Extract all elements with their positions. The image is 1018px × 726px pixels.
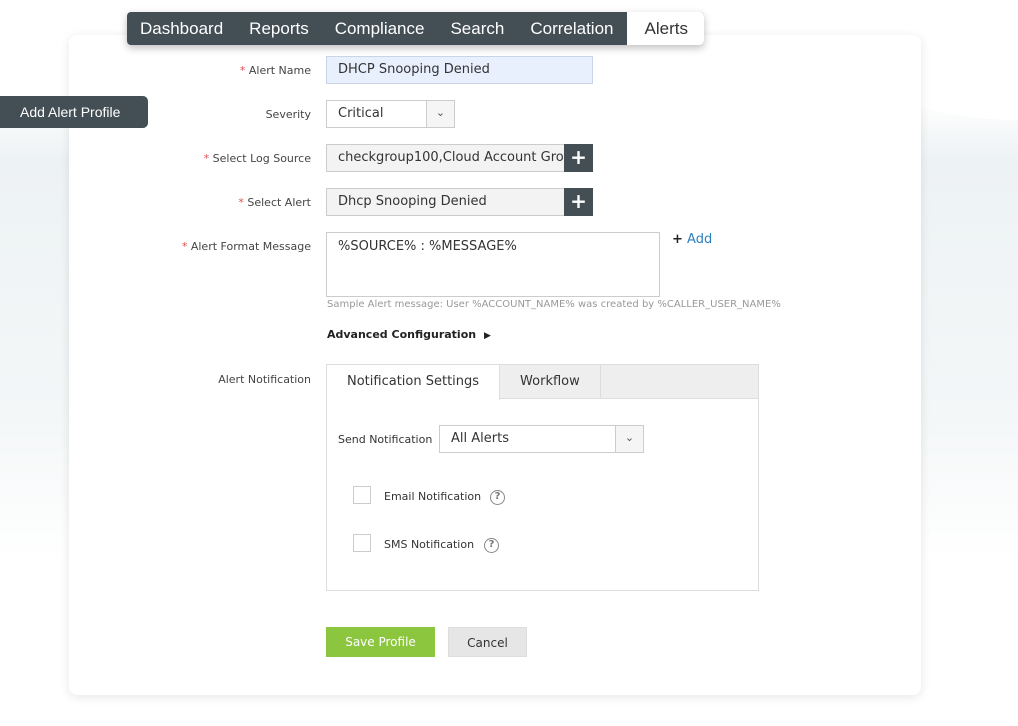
plus-icon: + <box>672 232 683 247</box>
advanced-label: Advanced Configuration <box>327 328 477 341</box>
tab-workflow[interactable]: Workflow <box>500 365 601 398</box>
log-source-input[interactable]: checkgroup100,Cloud Account Group, <box>326 144 565 172</box>
severity-value: Critical <box>338 106 384 121</box>
help-icon[interactable]: ? <box>484 538 499 553</box>
nav-reports[interactable]: Reports <box>236 12 322 45</box>
sample-hint: Sample Alert message: User %ACCOUNT_NAME… <box>327 299 781 310</box>
tab-notification-settings[interactable]: Notification Settings <box>327 365 501 400</box>
sms-notification-label: SMS Notification <box>384 538 475 551</box>
add-alert-button[interactable]: + <box>564 188 593 216</box>
nav-dashboard[interactable]: Dashboard <box>127 12 236 45</box>
notification-panel: Notification Settings Workflow Send Noti… <box>326 364 759 591</box>
required-mark: * <box>238 196 244 209</box>
save-profile-button[interactable]: Save Profile <box>326 627 435 657</box>
tab-bar: Notification Settings Workflow <box>327 365 758 400</box>
chevron-down-icon: ⌄ <box>426 101 454 127</box>
page-title: Add Alert Profile <box>0 96 148 128</box>
severity-label: Severity <box>265 108 311 121</box>
severity-select[interactable]: Critical ⌄ <box>326 100 455 128</box>
alert-name-label: * Alert Name <box>240 64 311 77</box>
select-alert-label: * Select Alert <box>238 196 311 209</box>
top-nav: Dashboard Reports Compliance Search Corr… <box>127 12 704 45</box>
label-text: Alert Format Message <box>190 240 311 253</box>
add-label: Add <box>687 232 713 247</box>
send-notification-value: All Alerts <box>451 431 509 446</box>
nav-search[interactable]: Search <box>437 12 517 45</box>
nav-correlation[interactable]: Correlation <box>517 12 626 45</box>
format-message-textarea[interactable]: %SOURCE% : %MESSAGE% <box>326 232 660 297</box>
required-mark: * <box>181 240 188 253</box>
log-source-label: * Select Log Source <box>204 152 311 165</box>
email-notification-label: Email Notification <box>384 490 482 503</box>
send-notification-label: Send Notification <box>338 433 433 446</box>
nav-alerts[interactable]: Alerts <box>626 12 704 45</box>
label-text: Select Alert <box>247 196 311 209</box>
send-notification-select[interactable]: All Alerts ⌄ <box>439 425 644 453</box>
required-mark: * <box>239 64 246 77</box>
plus-icon: + <box>570 189 587 213</box>
chevron-down-icon: ⌄ <box>615 426 643 452</box>
required-mark: * <box>203 152 210 165</box>
label-text: Select Log Source <box>212 152 311 165</box>
nav-compliance[interactable]: Compliance <box>322 12 438 45</box>
plus-icon: + <box>570 145 587 169</box>
email-notification-checkbox[interactable] <box>353 486 371 504</box>
sms-notification-checkbox[interactable] <box>353 534 371 552</box>
advanced-configuration-toggle[interactable]: Advanced Configuration ▶ <box>327 328 491 341</box>
select-alert-input[interactable]: Dhcp Snooping Denied <box>326 188 565 216</box>
cancel-button[interactable]: Cancel <box>448 627 527 657</box>
label-text: Alert Name <box>248 64 311 77</box>
format-message-label: * Alert Format Message <box>182 240 311 253</box>
help-icon[interactable]: ? <box>490 490 505 505</box>
alert-notification-label: Alert Notification <box>218 373 311 386</box>
caret-right-icon: ▶ <box>483 331 491 341</box>
alert-name-input[interactable]: DHCP Snooping Denied <box>326 56 593 84</box>
add-log-source-button[interactable]: + <box>564 144 593 172</box>
add-placeholder-link[interactable]: + Add <box>672 232 712 247</box>
